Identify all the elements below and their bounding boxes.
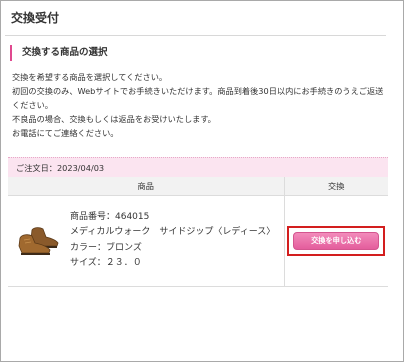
section-heading: 交換する商品の選択 (10, 45, 108, 61)
product-details: 商品番号：464015 メディカルウォーク サイドジップ〈レディース〉 カラー：… (70, 210, 275, 272)
table-header-row: 商品 交換 (8, 177, 388, 196)
product-color: カラー：ブロンズ (70, 242, 142, 253)
brown-shoe-image (18, 226, 59, 255)
column-header-product: 商品 (8, 177, 285, 196)
instruction-line: 初回の交換のみ、Webサイトでお手続きいただけます。商品到着後30日以内にお手続… (12, 86, 384, 96)
product-size: サイズ：２３．０ (70, 258, 142, 268)
instruction-line: お電話にてご連絡ください。 (12, 128, 119, 138)
product-table: 商品 交換 商品番号：464015 メディカルウォーク サイドジップ〈レディース… (8, 177, 388, 287)
highlight-box: 交換を申し込む (287, 225, 386, 256)
instruction-line: 交換を希望する商品を選択してください。 (12, 72, 168, 82)
instructions: 交換を希望する商品を選択してください。 初回の交換のみ、Webサイトでお手続きい… (12, 70, 390, 140)
action-cell: 交換を申し込む (284, 195, 388, 287)
column-header-exchange: 交換 (284, 177, 388, 196)
product-name: メディカルウォーク サイドジップ〈レディース〉 (70, 227, 276, 237)
page-title: 交換受付 (11, 11, 60, 25)
product-number: 商品番号：464015 (70, 211, 150, 222)
instruction-line: ください。 (12, 100, 53, 110)
instruction-line: 不良品の場合、交換もしくは返品をお受けいたします。 (12, 114, 216, 124)
order-date: ご注文日：2023/04/03 (8, 157, 388, 177)
table-row: 商品番号：464015 メディカルウォーク サイドジップ〈レディース〉 カラー：… (8, 195, 388, 287)
product-cell: 商品番号：464015 メディカルウォーク サイドジップ〈レディース〉 カラー：… (8, 195, 285, 287)
apply-exchange-button[interactable]: 交換を申し込む (293, 231, 380, 250)
title-divider (5, 35, 386, 36)
